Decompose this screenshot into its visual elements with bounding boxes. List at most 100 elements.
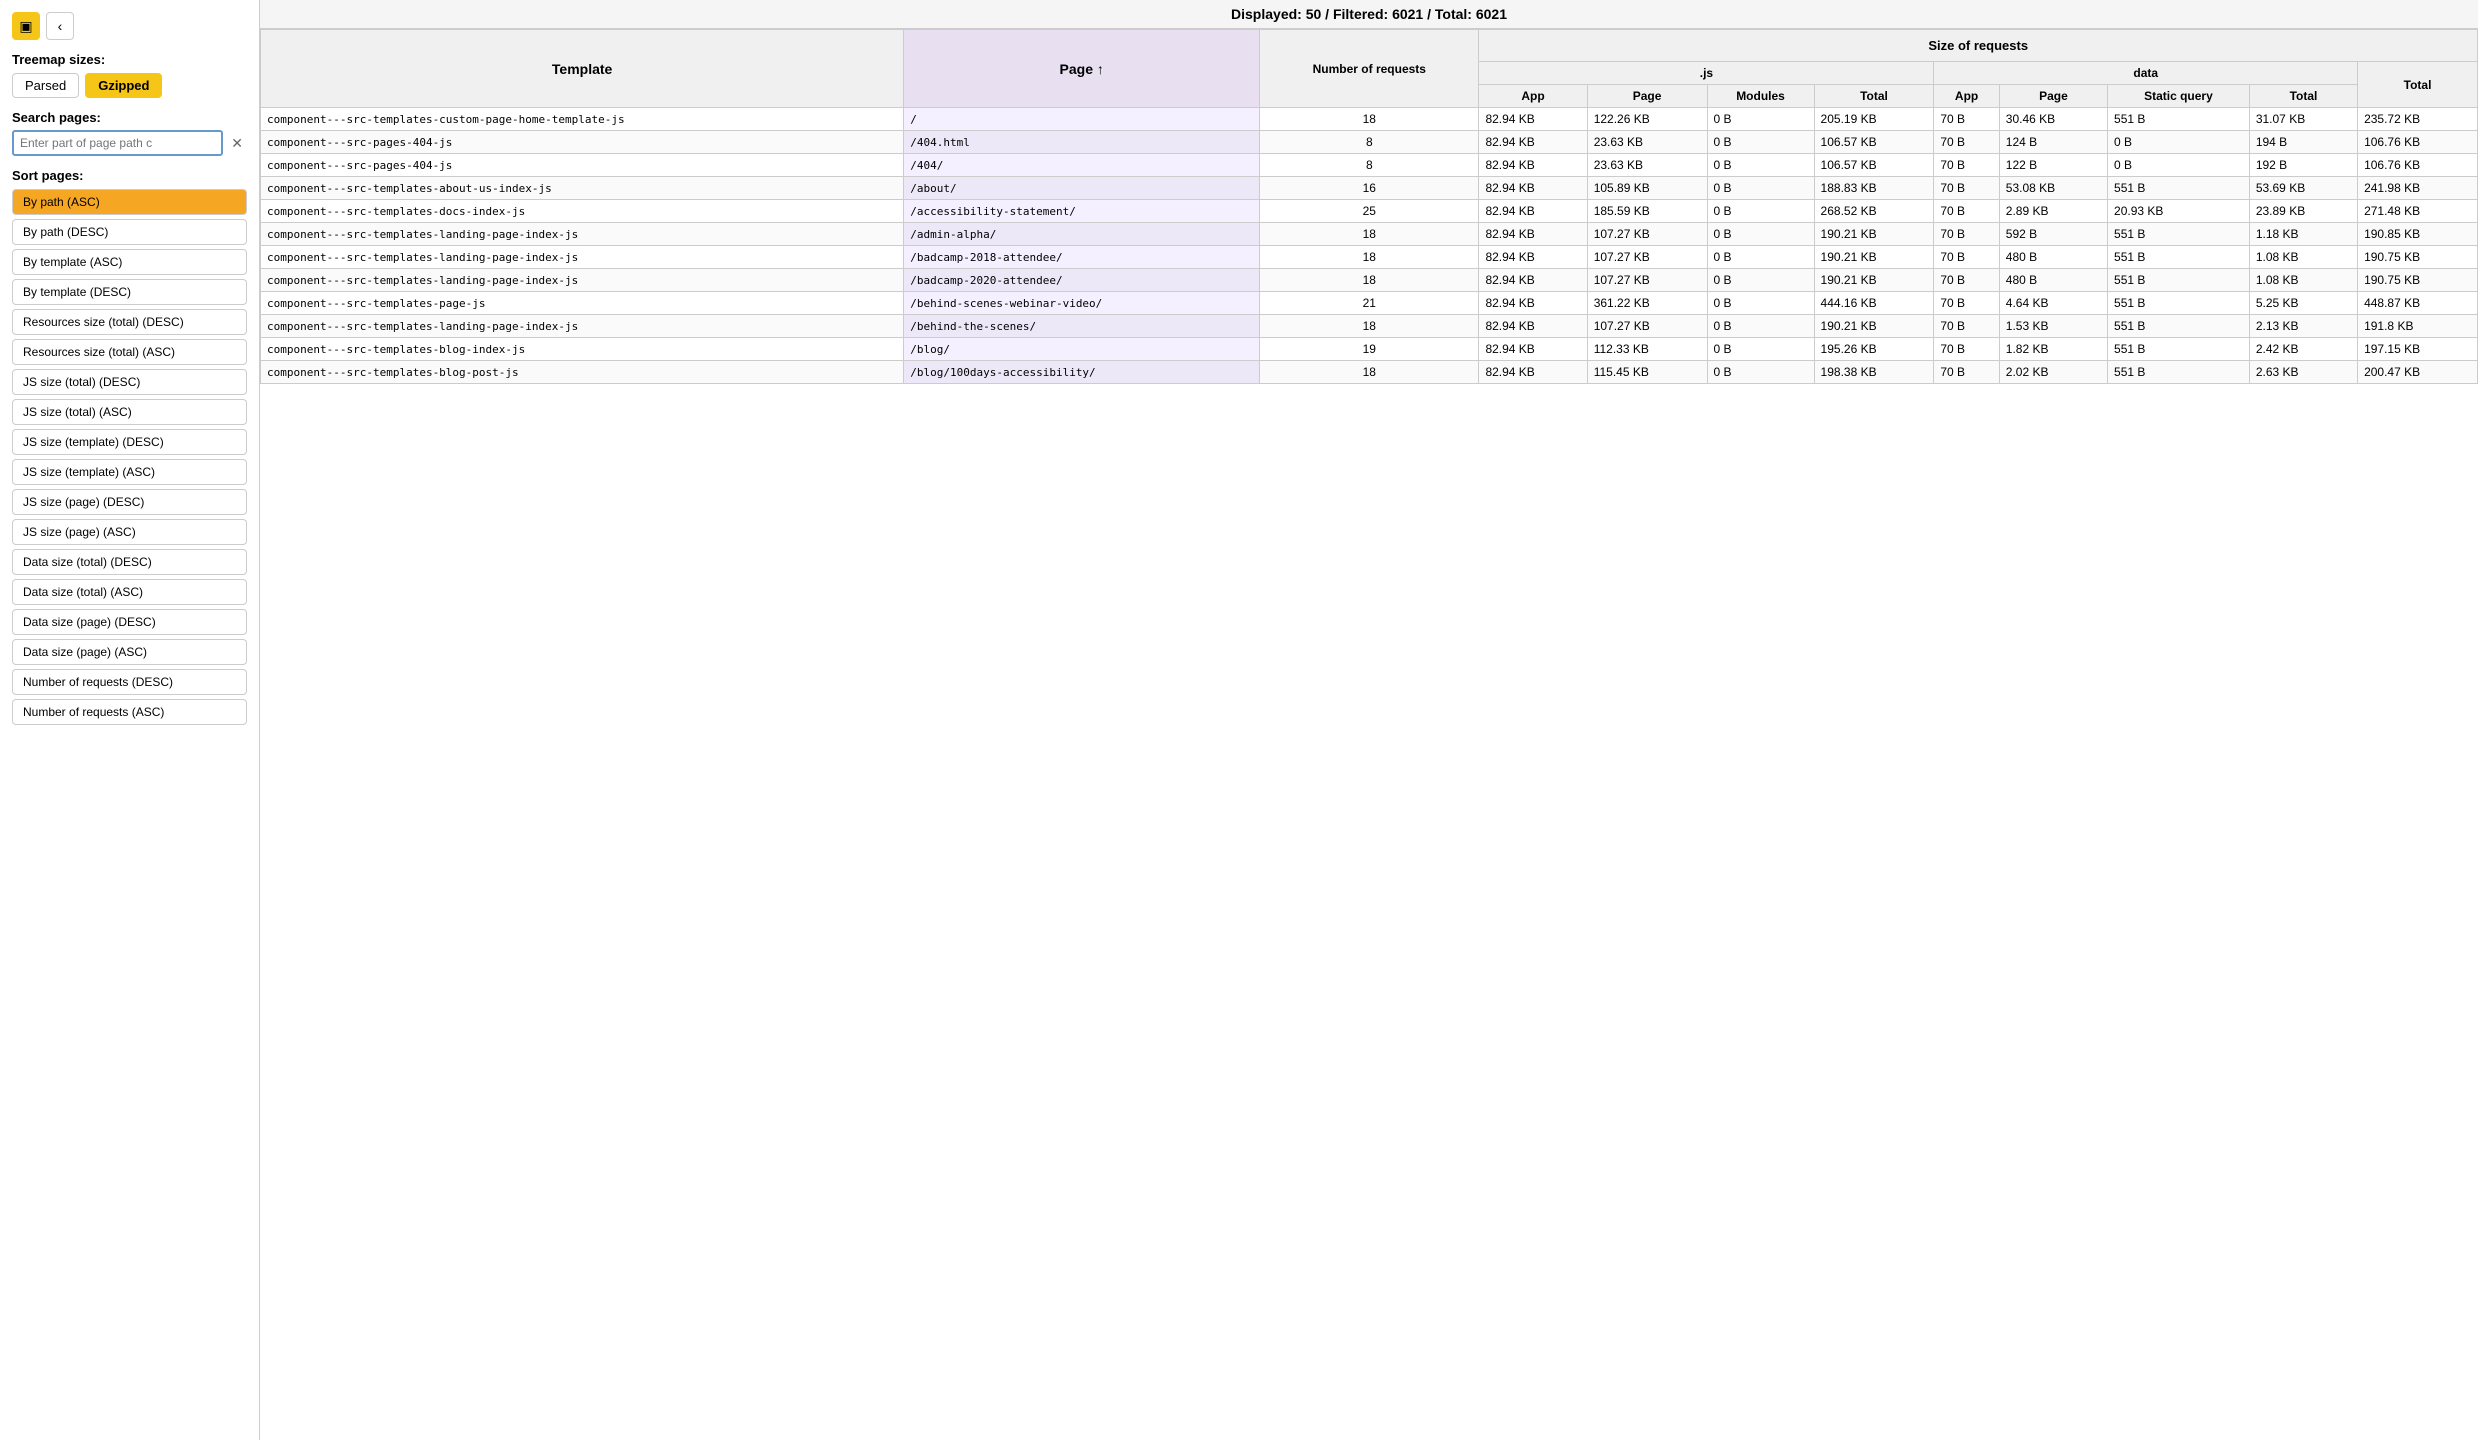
sort-option-6[interactable]: JS size (total) (DESC) <box>12 369 247 395</box>
data-static-query-header: Static query <box>2108 85 2250 108</box>
template-header: Template <box>261 30 904 108</box>
table-cell: 592 B <box>1999 223 2107 246</box>
table-row: component---src-templates-docs-index-js/… <box>261 200 2478 223</box>
table-cell: 2.89 KB <box>1999 200 2107 223</box>
clear-search-button[interactable]: ✕ <box>227 133 247 154</box>
sort-option-2[interactable]: By template (ASC) <box>12 249 247 275</box>
main-content: Displayed: 50 / Filtered: 6021 / Total: … <box>260 0 2478 1440</box>
table-cell: 0 B <box>1707 154 1814 177</box>
table-cell: 268.52 KB <box>1814 200 1934 223</box>
sort-option-5[interactable]: Resources size (total) (ASC) <box>12 339 247 365</box>
sort-option-17[interactable]: Number of requests (ASC) <box>12 699 247 725</box>
table-cell: 551 B <box>2108 361 2250 384</box>
sort-option-14[interactable]: Data size (page) (DESC) <box>12 609 247 635</box>
table-cell: 0 B <box>1707 269 1814 292</box>
table-cell: / <box>904 108 1260 131</box>
total-header: Total <box>2358 62 2478 108</box>
table-cell: component---src-templates-landing-page-i… <box>261 269 904 292</box>
gzipped-button[interactable]: Gzipped <box>85 73 162 98</box>
table-cell: 1.08 KB <box>2249 246 2357 269</box>
sort-option-4[interactable]: Resources size (total) (DESC) <box>12 309 247 335</box>
table-cell: 1.18 KB <box>2249 223 2357 246</box>
table-cell: 82.94 KB <box>1479 292 1587 315</box>
table-cell: 18 <box>1260 246 1479 269</box>
sort-option-3[interactable]: By template (DESC) <box>12 279 247 305</box>
table-cell: 190.21 KB <box>1814 315 1934 338</box>
sort-option-13[interactable]: Data size (total) (ASC) <box>12 579 247 605</box>
sort-option-10[interactable]: JS size (page) (DESC) <box>12 489 247 515</box>
table-row: component---src-templates-about-us-index… <box>261 177 2478 200</box>
sidebar: ▣ ‹ Treemap sizes: Parsed Gzipped Search… <box>0 0 260 1440</box>
table-cell: 8 <box>1260 154 1479 177</box>
table-cell: 115.45 KB <box>1587 361 1707 384</box>
requests-header: Number of requests <box>1260 30 1479 108</box>
sort-option-0[interactable]: By path (ASC) <box>12 189 247 215</box>
table-cell: 70 B <box>1934 269 1999 292</box>
table-cell: 82.94 KB <box>1479 200 1587 223</box>
table-cell: 106.57 KB <box>1814 131 1934 154</box>
js-app-header: App <box>1479 85 1587 108</box>
table-cell: 0 B <box>2108 154 2250 177</box>
table-cell: 124 B <box>1999 131 2107 154</box>
table-cell: 551 B <box>2108 177 2250 200</box>
table-cell: 82.94 KB <box>1479 338 1587 361</box>
table-cell: /404/ <box>904 154 1260 177</box>
table-cell: /admin-alpha/ <box>904 223 1260 246</box>
table-cell: /accessibility-statement/ <box>904 200 1260 223</box>
table-cell: 82.94 KB <box>1479 154 1587 177</box>
table-cell: 70 B <box>1934 361 1999 384</box>
treemap-icon-button[interactable]: ▣ <box>12 12 40 40</box>
table-cell: 0 B <box>1707 200 1814 223</box>
table-cell: 480 B <box>1999 269 2107 292</box>
table-cell: 23.63 KB <box>1587 131 1707 154</box>
table-cell: 70 B <box>1934 315 1999 338</box>
table-cell: 0 B <box>1707 361 1814 384</box>
sort-option-15[interactable]: Data size (page) (ASC) <box>12 639 247 665</box>
data-page-header: Page <box>1999 85 2107 108</box>
table-cell: 4.64 KB <box>1999 292 2107 315</box>
table-cell: component---src-templates-page-js <box>261 292 904 315</box>
table-cell: 105.89 KB <box>1587 177 1707 200</box>
search-input[interactable] <box>12 130 223 156</box>
table-cell: 70 B <box>1934 200 1999 223</box>
table-cell: 480 B <box>1999 246 2107 269</box>
table-cell: component---src-templates-landing-page-i… <box>261 246 904 269</box>
sort-option-16[interactable]: Number of requests (DESC) <box>12 669 247 695</box>
table-cell: 112.33 KB <box>1587 338 1707 361</box>
table-cell: 551 B <box>2108 269 2250 292</box>
js-modules-header: Modules <box>1707 85 1814 108</box>
table-cell: component---src-templates-landing-page-i… <box>261 223 904 246</box>
sort-option-9[interactable]: JS size (template) (ASC) <box>12 459 247 485</box>
table-cell: 8 <box>1260 131 1479 154</box>
sort-option-8[interactable]: JS size (template) (DESC) <box>12 429 247 455</box>
table-row: component---src-templates-blog-post-js/b… <box>261 361 2478 384</box>
table-cell: /behind-scenes-webinar-video/ <box>904 292 1260 315</box>
table-cell: 444.16 KB <box>1814 292 1934 315</box>
sort-option-11[interactable]: JS size (page) (ASC) <box>12 519 247 545</box>
table-cell: 82.94 KB <box>1479 361 1587 384</box>
table-cell: 0 B <box>1707 177 1814 200</box>
chevron-button[interactable]: ‹ <box>46 12 74 40</box>
table-cell: 30.46 KB <box>1999 108 2107 131</box>
table-cell: 82.94 KB <box>1479 246 1587 269</box>
table-cell: 0 B <box>1707 131 1814 154</box>
table-cell: 205.19 KB <box>1814 108 1934 131</box>
parsed-button[interactable]: Parsed <box>12 73 79 98</box>
table-cell: component---src-templates-blog-post-js <box>261 361 904 384</box>
js-page-header: Page <box>1587 85 1707 108</box>
table-row: component---src-templates-landing-page-i… <box>261 246 2478 269</box>
table-cell: /404.html <box>904 131 1260 154</box>
table-cell: 1.82 KB <box>1999 338 2107 361</box>
data-table: Template Page ↑ Number of requests Size … <box>260 29 2478 384</box>
table-cell: 70 B <box>1934 108 1999 131</box>
sort-option-1[interactable]: By path (DESC) <box>12 219 247 245</box>
js-header: .js <box>1479 62 1934 85</box>
table-cell: 82.94 KB <box>1479 223 1587 246</box>
sort-option-12[interactable]: Data size (total) (DESC) <box>12 549 247 575</box>
table-cell: 0 B <box>1707 108 1814 131</box>
page-header[interactable]: Page ↑ <box>904 30 1260 108</box>
table-row: component---src-pages-404-js/404/882.94 … <box>261 154 2478 177</box>
table-cell: 194 B <box>2249 131 2357 154</box>
table-row: component---src-templates-blog-index-js/… <box>261 338 2478 361</box>
sort-option-7[interactable]: JS size (total) (ASC) <box>12 399 247 425</box>
